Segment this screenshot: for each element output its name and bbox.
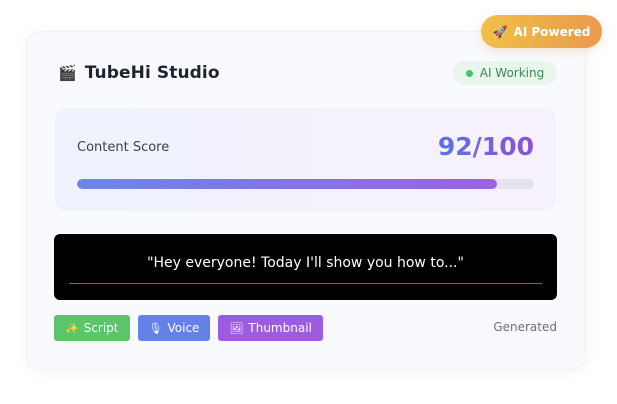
picture-icon: 🖼 [229, 321, 244, 335]
caption-underline [69, 283, 542, 284]
tag-thumbnail-label: Thumbnail [248, 321, 312, 335]
status-dot-icon [465, 69, 473, 77]
content-score-value: 92/100 [437, 132, 534, 161]
ai-status-badge: AI Working [453, 61, 557, 85]
tag-thumbnail[interactable]: 🖼 Thumbnail [218, 315, 323, 341]
caption-text: "Hey everyone! Today I'll show you how t… [147, 255, 464, 271]
tag-script-label: Script [83, 321, 119, 335]
caption-preview: "Hey everyone! Today I'll show you how t… [54, 234, 557, 300]
content-score-panel: Content Score 92/100 [55, 108, 556, 211]
ai-powered-label: AI Powered [513, 24, 591, 39]
content-score-label: Content Score [77, 140, 170, 155]
sparkles-icon: ✨ [65, 321, 79, 335]
content-score-progress [77, 179, 534, 189]
app-title: TubeHi Studio [84, 63, 220, 83]
app-header: 🎬 TubeHi Studio [58, 61, 220, 85]
ai-status-label: AI Working [479, 66, 545, 80]
content-score-progress-fill [77, 179, 498, 189]
generated-status: Generated [493, 320, 557, 334]
microphone-icon: 🎙 [148, 321, 163, 335]
ai-powered-badge: 🚀 AI Powered [481, 15, 602, 48]
tag-script[interactable]: ✨ Script [54, 315, 130, 341]
tag-voice-label: Voice [167, 321, 200, 335]
clapperboard-icon: 🎬 [58, 63, 77, 82]
tag-voice[interactable]: 🎙 Voice [137, 315, 211, 341]
rocket-icon: 🚀 [492, 24, 508, 39]
generation-tags: ✨ Script 🎙 Voice 🖼 Thumbnail [54, 315, 323, 341]
